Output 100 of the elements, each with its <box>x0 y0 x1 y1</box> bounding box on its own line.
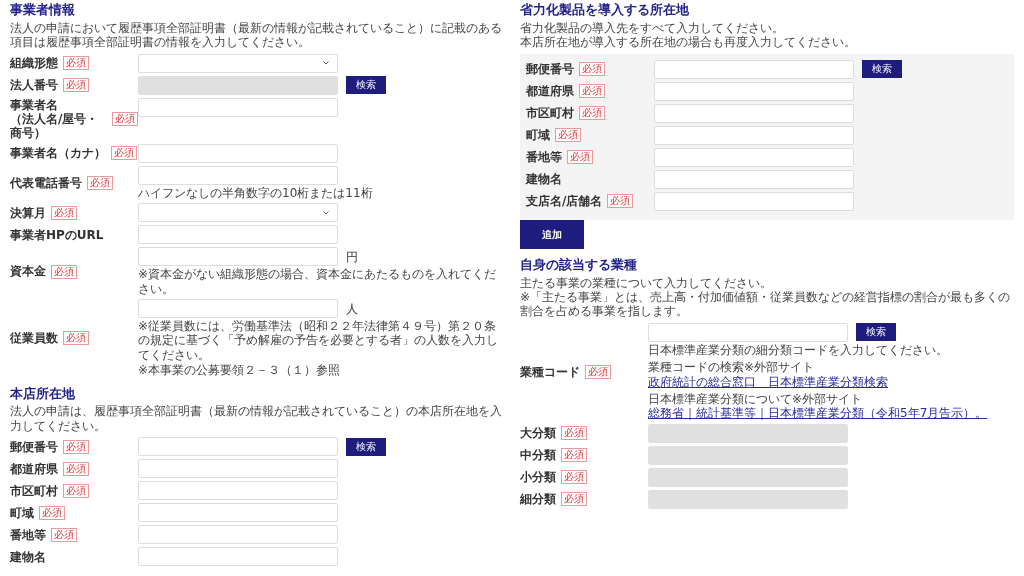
input-field[interactable] <box>138 503 338 523</box>
required-tag: 必須 <box>111 146 137 161</box>
field-label: 事業者HPのURL <box>10 227 104 242</box>
note-text: 業種コードの検索※外部サイト <box>648 360 815 375</box>
input-field[interactable] <box>654 125 854 145</box>
required-tag: 必須 <box>561 492 587 507</box>
input-field[interactable] <box>138 247 338 267</box>
input-field[interactable] <box>138 225 338 245</box>
search-button[interactable]: 検索 <box>346 437 386 456</box>
field-label: 小分類 <box>520 470 556 485</box>
field-label: 業種コード <box>520 364 580 379</box>
required-tag: 必須 <box>567 150 593 165</box>
field-note: ハイフンなしの半角数字の10桁または11桁 <box>138 185 374 201</box>
note-text: 日本標準産業分類について※外部サイト <box>648 391 863 407</box>
unit-label: 人 <box>346 300 358 318</box>
field-label: 組織形態 <box>10 55 58 71</box>
required-tag: 必須 <box>561 426 587 441</box>
field-note: ※本事業の公募要領２－３（１）参照 <box>138 363 342 378</box>
field-label: 従業員数 <box>10 331 58 346</box>
dropdown[interactable] <box>138 203 338 223</box>
required-tag: 必須 <box>607 194 634 209</box>
input-field[interactable] <box>654 191 854 211</box>
required-tag: 必須 <box>63 439 89 454</box>
field-label: （法人名/屋号・商号） <box>10 112 100 141</box>
required-tag: 必須 <box>87 176 113 191</box>
input-field[interactable] <box>138 165 338 185</box>
input-field[interactable] <box>138 97 338 117</box>
section-description: 法人の申請は、履歴事項全部証明書（最新の情報が記載されていること）の本店所在地を入力してください。 <box>10 404 503 434</box>
required-tag: 必須 <box>51 527 77 542</box>
field-label: 町域 <box>526 127 550 143</box>
section-description: ※「主たる事業」とは、売上高・付加価値額・従業員数などの経営指標の割合が最も多くの割合を占める事業を指します。 <box>520 289 1012 319</box>
input-field[interactable] <box>138 459 338 479</box>
input-field[interactable] <box>654 169 854 189</box>
field-label: 事業者名（カナ） <box>10 146 106 161</box>
field-note: 日本標準産業分類の細分類コードを入力してください。 <box>648 342 949 358</box>
input-field[interactable] <box>648 322 848 342</box>
input-field[interactable] <box>654 103 854 123</box>
field-label: 資本金 <box>10 264 46 279</box>
section-heading: 事業者情報 <box>10 2 76 19</box>
field-label: 市区町村 <box>10 483 58 498</box>
required-tag: 必須 <box>51 264 77 279</box>
required-tag: 必須 <box>579 106 605 121</box>
section-description: 法人の申請において履歴事項全部証明書（最新の情報が記載されていること）に記載のある項目は履歴事項全部証明書の情報を入力してください。 <box>10 20 503 50</box>
section-heading: 本店所在地 <box>10 385 76 403</box>
section-description: 主たる事業の業種について入力してください。 <box>520 275 773 290</box>
required-tag: 必須 <box>39 505 65 520</box>
required-tag: 必須 <box>112 112 138 127</box>
input-field[interactable] <box>654 81 854 101</box>
input-field[interactable] <box>138 525 338 545</box>
required-tag: 必須 <box>63 483 89 498</box>
add-button[interactable]: 追加 <box>520 219 584 249</box>
field-label: 郵便番号 <box>526 61 574 77</box>
field-note: ※資本金がない組織形態の場合、資本金にあたるものを入れてください。 <box>138 267 498 296</box>
required-tag: 必須 <box>51 205 77 220</box>
external-link[interactable]: 総務省｜統計基準等｜日本標準産業分類（令和5年7月告示）。 <box>648 406 988 421</box>
required-tag: 必須 <box>579 84 605 99</box>
external-link[interactable]: 政府統計の総合窓口 日本標準産業分類検索 <box>648 374 888 389</box>
required-tag: 必須 <box>555 128 581 143</box>
field-label: 町域 <box>10 505 34 520</box>
section-heading: 省力化製品を導入する所在地 <box>520 2 690 19</box>
field-label: 大分類 <box>520 426 556 441</box>
required-tag: 必須 <box>63 56 89 71</box>
caret-icon <box>323 210 329 215</box>
field-label: 市区町村 <box>526 105 574 121</box>
unit-label: 円 <box>346 248 358 266</box>
input-field[interactable] <box>138 547 338 567</box>
required-tag: 必須 <box>585 364 611 379</box>
field-note: ※従業員数には、労働基準法（昭和２２年法律第４９号）第２０条の規定に基づく「予め解雇の予告を必要とする者」の人数を入力してください。 <box>138 319 499 363</box>
input-field[interactable] <box>654 59 854 79</box>
field-label: 法人番号 <box>10 77 58 93</box>
field-label: 郵便番号 <box>10 439 58 454</box>
field-label: 都道府県 <box>526 83 574 99</box>
input-field[interactable] <box>138 481 338 501</box>
required-tag: 必須 <box>579 62 605 77</box>
input-field[interactable] <box>138 437 338 457</box>
field-label: 細分類 <box>520 492 556 507</box>
input-field[interactable] <box>138 299 338 318</box>
required-tag: 必須 <box>561 470 587 485</box>
caret-icon <box>323 61 329 66</box>
required-tag: 必須 <box>561 448 587 463</box>
section-description: 本店所在地が導入する所在地の場合も再度入力してください。 <box>520 35 857 50</box>
section-heading: 自身の該当する業種 <box>520 256 638 274</box>
search-button[interactable]: 検索 <box>856 323 896 342</box>
field-label: 決算月 <box>10 205 46 220</box>
field-label: 中分類 <box>520 448 556 463</box>
required-tag: 必須 <box>63 331 89 346</box>
input-field[interactable] <box>654 147 854 167</box>
field-label: 代表電話番号 <box>10 175 82 191</box>
required-tag: 必須 <box>63 78 89 93</box>
input-field[interactable] <box>138 143 338 163</box>
section-description: 省力化製品の導入先をすべて入力してください。 <box>520 20 785 36</box>
field-label: 事業者名 <box>10 97 59 113</box>
dropdown[interactable] <box>138 53 338 73</box>
required-tag: 必須 <box>63 461 89 476</box>
field-label: 支店名/店舗名 <box>526 193 603 209</box>
search-button[interactable]: 検索 <box>862 60 902 79</box>
field-label: 建物名 <box>526 171 562 187</box>
field-label: 番地等 <box>526 149 562 165</box>
field-label: 都道府県 <box>10 461 58 476</box>
field-label: 番地等 <box>10 527 46 542</box>
